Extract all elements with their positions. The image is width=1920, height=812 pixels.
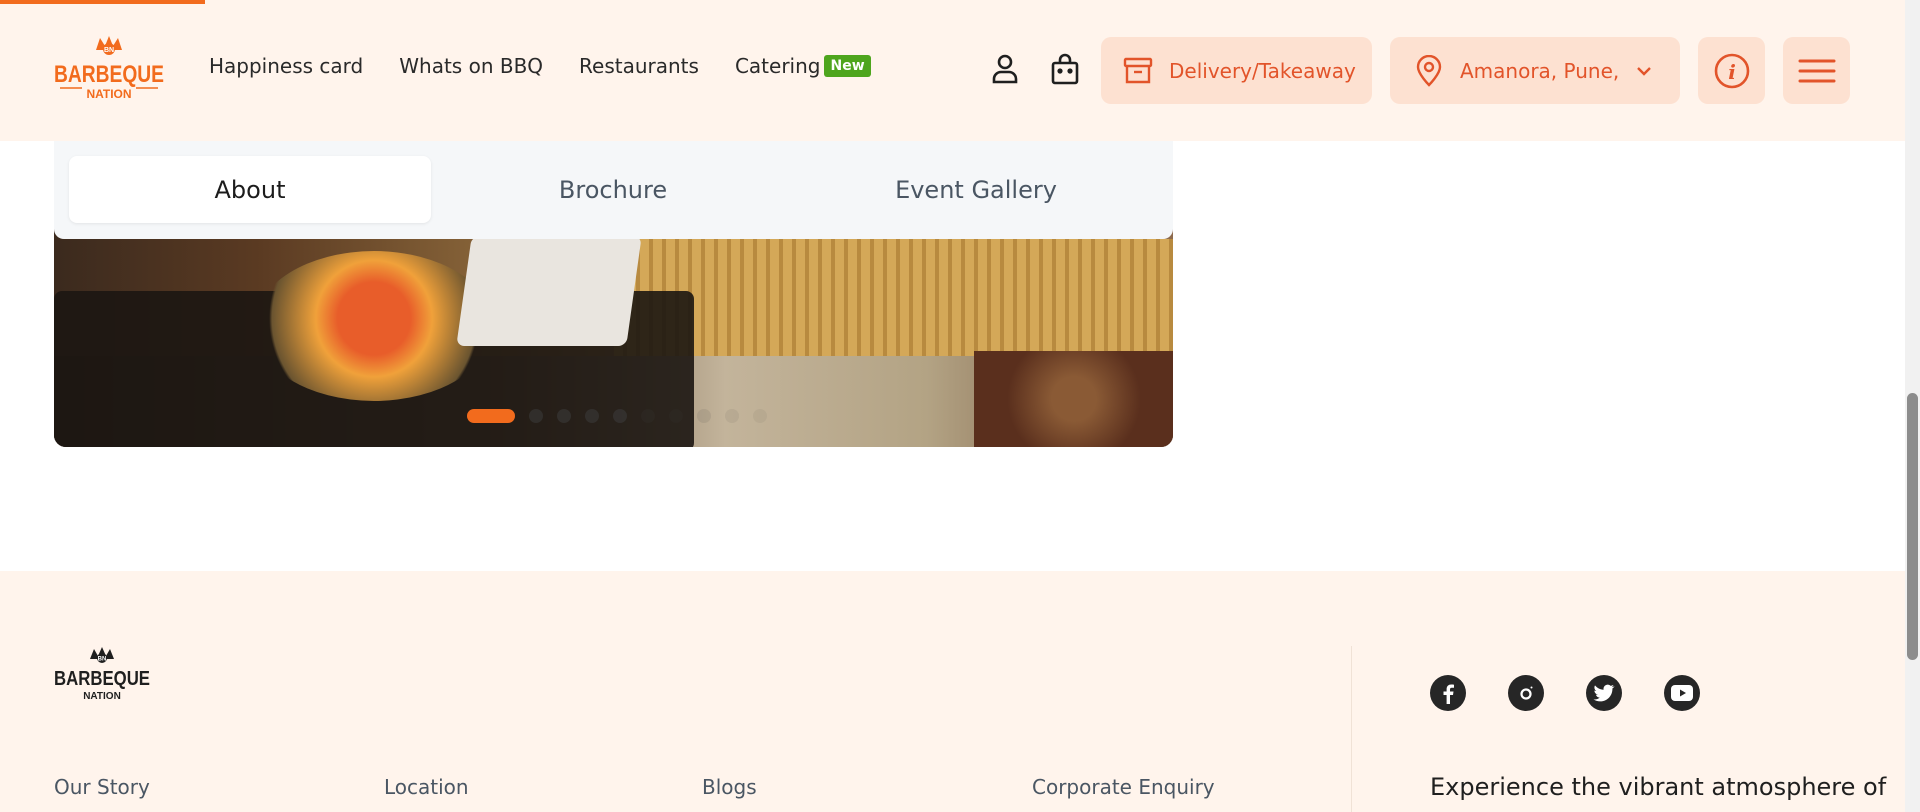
menu-icon xyxy=(1798,59,1835,82)
footer-logo-text-bottom: NATION xyxy=(83,691,121,702)
footer-link-blogs[interactable]: Blogs xyxy=(702,775,757,799)
hamburger-menu-button[interactable] xyxy=(1783,37,1850,104)
carousel-dot[interactable] xyxy=(585,409,599,423)
tab-event-gallery[interactable]: Event Gallery xyxy=(795,156,1157,223)
carousel-dot[interactable] xyxy=(697,409,711,423)
location-selector[interactable]: Amanora, Pune, xyxy=(1390,37,1680,104)
carousel-image-serving-tray xyxy=(456,236,642,346)
logo-text-top: BARBEQUE xyxy=(54,61,164,88)
tab-brochure[interactable]: Brochure xyxy=(432,156,794,223)
carousel-image-curtain xyxy=(614,239,1173,369)
nav-catering[interactable]: Catering New xyxy=(735,54,871,78)
logo-badge-text: BN xyxy=(104,47,114,54)
logo-text-bottom: NATION xyxy=(86,87,131,101)
shopping-bag-icon[interactable] xyxy=(1047,51,1083,87)
footer-divider xyxy=(1351,646,1352,812)
page-load-progress-bar xyxy=(0,0,205,4)
main-nav: Happiness card Whats on BBQ Restaurants … xyxy=(209,54,907,78)
footer-link-our-story[interactable]: Our Story xyxy=(54,775,150,799)
instagram-icon[interactable] xyxy=(1508,675,1544,711)
svg-text:i: i xyxy=(1728,60,1736,84)
carousel-dot[interactable] xyxy=(725,409,739,423)
footer-logo-text-top: BARBEQUE xyxy=(54,668,150,690)
carousel-dot[interactable] xyxy=(529,409,543,423)
footer-logo-badge: BN xyxy=(98,657,107,663)
barbeque-nation-logo[interactable]: BN BARBEQUE NATION xyxy=(52,36,166,108)
youtube-icon[interactable] xyxy=(1664,675,1700,711)
carousel-dot[interactable] xyxy=(613,409,627,423)
content-tabs: About Brochure Event Gallery xyxy=(54,141,1173,239)
location-pin-icon xyxy=(1416,54,1442,87)
carousel-dot[interactable] xyxy=(753,409,767,423)
location-label: Amanora, Pune, xyxy=(1460,58,1620,83)
carousel-dot[interactable] xyxy=(467,409,515,423)
carousel-dot[interactable] xyxy=(557,409,571,423)
page-scrollbar-thumb[interactable] xyxy=(1907,393,1918,660)
carousel-dot[interactable] xyxy=(641,409,655,423)
carousel-image-carpet xyxy=(974,351,1173,447)
twitter-icon[interactable] xyxy=(1586,675,1622,711)
carousel-dot[interactable] xyxy=(669,409,683,423)
user-icon[interactable] xyxy=(987,51,1023,87)
delivery-box-icon xyxy=(1123,57,1153,85)
footer-logo[interactable]: BN BARBEQUE NATION xyxy=(52,647,152,707)
delivery-takeaway-label: Delivery/Takeaway xyxy=(1169,58,1356,83)
nav-happiness-card[interactable]: Happiness card xyxy=(209,54,363,78)
footer-link-location[interactable]: Location xyxy=(384,775,469,799)
nav-whats-on-bbq[interactable]: Whats on BBQ xyxy=(399,54,543,78)
nav-restaurants[interactable]: Restaurants xyxy=(579,54,699,78)
footer-tagline: Experience the vibrant atmosphere of xyxy=(1430,773,1887,801)
site-header: BN BARBEQUE NATION Happiness card Whats … xyxy=(0,0,1905,141)
chevron-down-icon xyxy=(1636,66,1652,76)
site-footer: BN BARBEQUE NATION Our Story Location Bl… xyxy=(0,571,1905,812)
info-button[interactable]: i xyxy=(1698,37,1765,104)
delivery-takeaway-button[interactable]: Delivery/Takeaway xyxy=(1101,37,1372,104)
footer-link-corporate-enquiry[interactable]: Corporate Enquiry xyxy=(1032,775,1215,799)
info-icon: i xyxy=(1714,53,1749,88)
tab-about[interactable]: About xyxy=(69,156,431,223)
facebook-icon[interactable] xyxy=(1430,675,1466,711)
nav-catering-label: Catering xyxy=(734,54,821,78)
carousel-pagination xyxy=(467,409,781,423)
new-badge: New xyxy=(824,55,871,77)
